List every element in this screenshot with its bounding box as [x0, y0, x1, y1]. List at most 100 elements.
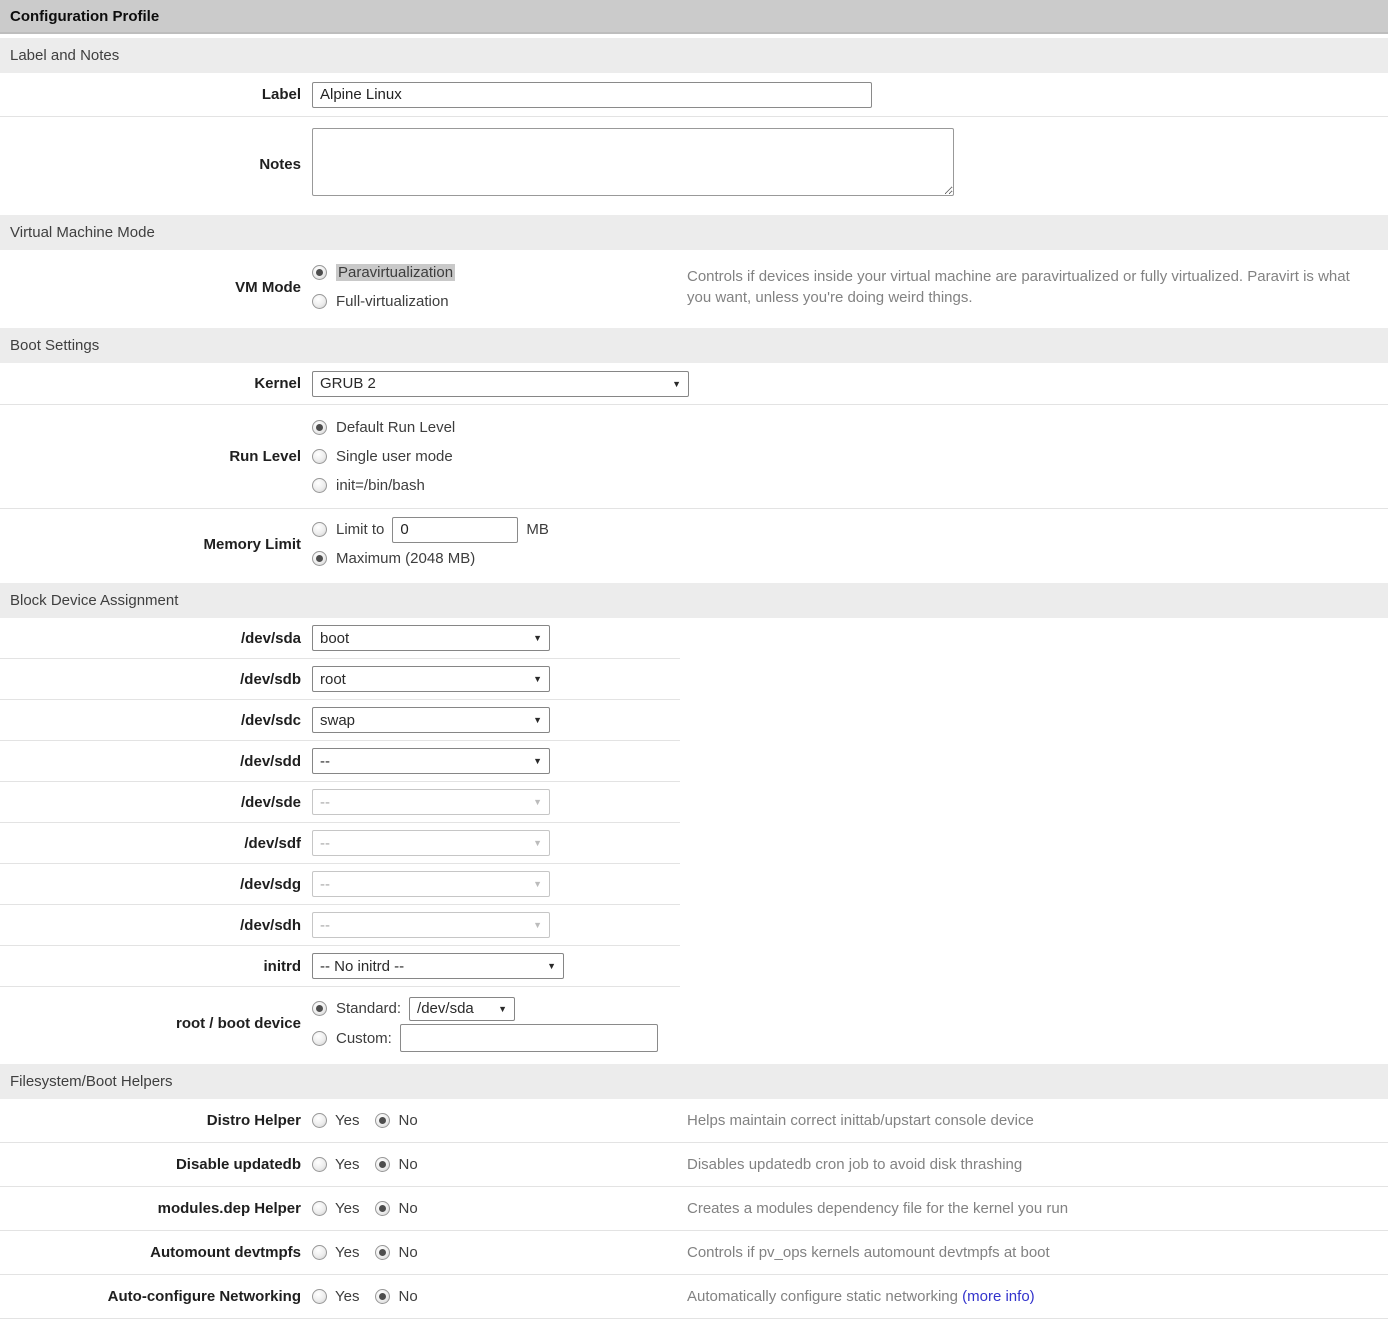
maximum-memory-radio[interactable] [312, 551, 327, 566]
sdf-select: -- ▼ [312, 830, 550, 856]
chevron-down-icon: ▼ [533, 715, 542, 725]
sdc-select[interactable]: swap ▼ [312, 707, 550, 733]
run-level-option-single-user[interactable]: Single user mode [312, 443, 455, 470]
block-device-row-sdh: /dev/sdh -- ▼ [0, 905, 1388, 946]
yes-label[interactable]: Yes [335, 1288, 359, 1305]
root-boot-device-label: root / boot device [0, 1015, 301, 1032]
kernel-label: Kernel [0, 375, 301, 392]
block-device-row-sda: /dev/sda boot ▼ [0, 618, 1388, 659]
sdb-select[interactable]: root ▼ [312, 666, 550, 692]
sda-select[interactable]: boot ▼ [312, 625, 550, 651]
auto-configure-networking-no-radio[interactable] [375, 1289, 390, 1304]
modules-dep-helper-label: modules.dep Helper [0, 1200, 301, 1217]
init-bash-radio[interactable] [312, 478, 327, 493]
initrd-select[interactable]: -- No initrd -- ▼ [312, 953, 564, 979]
label-field-label: Label [0, 86, 301, 103]
paravirtualization-radio[interactable] [312, 265, 327, 280]
full-virtualization-label[interactable]: Full-virtualization [336, 293, 449, 310]
distro-helper-no-option[interactable]: No [375, 1112, 417, 1129]
auto-configure-networking-help-text: Automatically configure static networkin… [687, 1288, 958, 1305]
no-label[interactable]: No [398, 1156, 417, 1173]
custom-device-label[interactable]: Custom: [336, 1030, 392, 1047]
standard-device-select[interactable]: /dev/sda ▼ [409, 997, 515, 1021]
chevron-down-icon: ▼ [533, 797, 542, 807]
yes-label[interactable]: Yes [335, 1156, 359, 1173]
root-device-option-standard[interactable]: Standard: /dev/sda ▼ [312, 995, 658, 1022]
default-run-level-label[interactable]: Default Run Level [336, 419, 455, 436]
vm-mode-option-full-virtualization[interactable]: Full-virtualization [312, 288, 455, 315]
automount-devtmpfs-label: Automount devtmpfs [0, 1244, 301, 1261]
no-label[interactable]: No [398, 1244, 417, 1261]
no-label[interactable]: No [398, 1200, 417, 1217]
automount-devtmpfs-no-radio[interactable] [375, 1245, 390, 1260]
automount-devtmpfs-no-option[interactable]: No [375, 1244, 417, 1261]
standard-device-label[interactable]: Standard: [336, 1000, 401, 1017]
distro-helper-yes-radio[interactable] [312, 1113, 327, 1128]
disable-updatedb-row: Disable updatedb Yes No Disables updated… [0, 1143, 1388, 1187]
more-info-link[interactable]: (more info) [962, 1288, 1035, 1305]
notes-textarea[interactable] [312, 128, 954, 196]
automount-devtmpfs-yes-option[interactable]: Yes [312, 1244, 359, 1261]
distro-helper-no-radio[interactable] [375, 1113, 390, 1128]
disable-updatedb-yes-radio[interactable] [312, 1157, 327, 1172]
block-device-row-sdg: /dev/sdg -- ▼ [0, 864, 1388, 905]
automount-devtmpfs-yes-radio[interactable] [312, 1245, 327, 1260]
auto-configure-networking-label: Auto-configure Networking [0, 1288, 301, 1305]
modules-dep-no-option[interactable]: No [375, 1200, 417, 1217]
yes-label[interactable]: Yes [335, 1112, 359, 1129]
run-level-option-default[interactable]: Default Run Level [312, 414, 455, 441]
memory-limit-label: Memory Limit [0, 536, 301, 553]
sdb-label: /dev/sdb [0, 671, 301, 688]
vm-mode-option-paravirtualization[interactable]: Paravirtualization [312, 259, 455, 286]
chevron-down-icon: ▼ [533, 838, 542, 848]
init-bash-label[interactable]: init=/bin/bash [336, 477, 425, 494]
default-run-level-radio[interactable] [312, 420, 327, 435]
no-label[interactable]: No [398, 1112, 417, 1129]
memory-limit-input[interactable] [392, 517, 518, 543]
page-title: Configuration Profile [0, 0, 1388, 34]
disable-updatedb-no-option[interactable]: No [375, 1156, 417, 1173]
sdg-label: /dev/sdg [0, 876, 301, 893]
distro-helper-help: Helps maintain correct inittab/upstart c… [680, 1110, 1388, 1131]
auto-configure-networking-no-option[interactable]: No [375, 1288, 417, 1305]
block-device-row-sdd: /dev/sdd -- ▼ [0, 741, 1388, 782]
chevron-down-icon: ▼ [533, 633, 542, 643]
paravirtualization-label[interactable]: Paravirtualization [336, 264, 455, 281]
sdd-select[interactable]: -- ▼ [312, 748, 550, 774]
limit-to-label[interactable]: Limit to [336, 521, 384, 538]
sdh-select-value: -- [320, 917, 330, 934]
maximum-memory-label[interactable]: Maximum (2048 MB) [336, 550, 475, 567]
modules-dep-yes-option[interactable]: Yes [312, 1200, 359, 1217]
kernel-select[interactable]: GRUB 2 ▼ [312, 371, 689, 397]
memory-limit-option-limit[interactable]: Limit to MB [312, 516, 549, 543]
sdc-select-value: swap [320, 712, 355, 729]
memory-unit-label: MB [526, 521, 549, 538]
modules-dep-yes-radio[interactable] [312, 1201, 327, 1216]
limit-to-radio[interactable] [312, 522, 327, 537]
sda-select-value: boot [320, 630, 349, 647]
auto-configure-networking-yes-option[interactable]: Yes [312, 1288, 359, 1305]
full-virtualization-radio[interactable] [312, 294, 327, 309]
run-level-option-init-bash[interactable]: init=/bin/bash [312, 472, 455, 499]
distro-helper-yes-option[interactable]: Yes [312, 1112, 359, 1129]
yes-label[interactable]: Yes [335, 1200, 359, 1217]
custom-device-input[interactable] [400, 1024, 658, 1052]
disable-updatedb-yes-option[interactable]: Yes [312, 1156, 359, 1173]
chevron-down-icon: ▼ [533, 879, 542, 889]
single-user-mode-radio[interactable] [312, 449, 327, 464]
block-device-row-sdc: /dev/sdc swap ▼ [0, 700, 1388, 741]
single-user-mode-label[interactable]: Single user mode [336, 448, 453, 465]
standard-device-radio[interactable] [312, 1001, 327, 1016]
no-label[interactable]: No [398, 1288, 417, 1305]
disable-updatedb-no-radio[interactable] [375, 1157, 390, 1172]
yes-label[interactable]: Yes [335, 1244, 359, 1261]
label-input[interactable] [312, 82, 872, 108]
auto-configure-networking-help: Automatically configure static networkin… [680, 1286, 1388, 1307]
section-heading-filesystem-boot-helpers: Filesystem/Boot Helpers [0, 1064, 1388, 1099]
auto-configure-networking-yes-radio[interactable] [312, 1289, 327, 1304]
custom-device-radio[interactable] [312, 1031, 327, 1046]
modules-dep-no-radio[interactable] [375, 1201, 390, 1216]
root-device-option-custom[interactable]: Custom: [312, 1024, 658, 1052]
memory-limit-option-maximum[interactable]: Maximum (2048 MB) [312, 545, 549, 572]
sdf-select-value: -- [320, 835, 330, 852]
